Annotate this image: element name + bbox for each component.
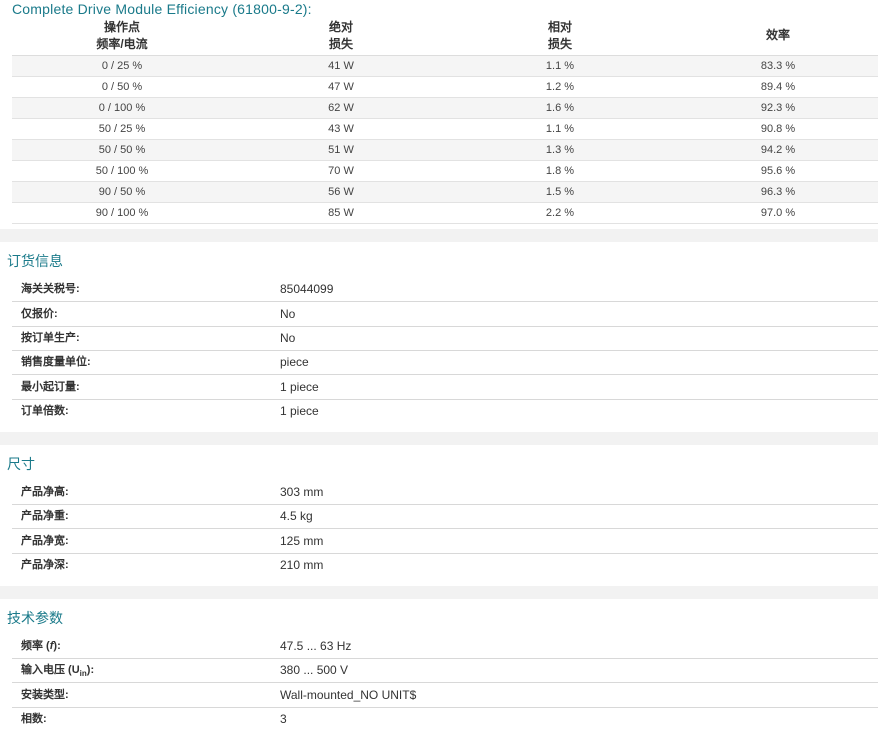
header-relative-loss: 相对 损失 bbox=[547, 20, 572, 51]
cell-operating-point: 50 / 100 % bbox=[95, 165, 149, 177]
property-row: 按订单生产: No bbox=[12, 326, 878, 351]
section-divider bbox=[0, 432, 878, 445]
cell-absolute-loss: 62 W bbox=[328, 102, 354, 114]
property-row: 相数: 3 bbox=[12, 707, 878, 731]
property-row: 仅报价: No bbox=[12, 302, 878, 327]
table-row: 50 / 25 % 43 W 1.1 % 90.8 % bbox=[12, 119, 878, 140]
property-value: 47.5 ... 63 Hz bbox=[280, 639, 352, 653]
property-row: 输入电压 (Uin): 380 ... 500 V bbox=[12, 658, 878, 683]
cell-absolute-loss: 85 W bbox=[328, 207, 354, 219]
cell-efficiency: 97.0 % bbox=[760, 207, 796, 219]
table-row: 0 / 100 % 62 W 1.6 % 92.3 % bbox=[12, 98, 878, 119]
cell-efficiency: 96.3 % bbox=[760, 186, 796, 198]
property-label: 频率 (f): bbox=[21, 640, 61, 652]
section-divider bbox=[0, 229, 878, 242]
property-value: 4.5 kg bbox=[280, 509, 313, 523]
cell-operating-point: 0 / 25 % bbox=[101, 60, 143, 72]
cell-efficiency: 89.4 % bbox=[760, 81, 796, 93]
property-value: 125 mm bbox=[280, 534, 324, 548]
efficiency-title: Complete Drive Module Efficiency (61800-… bbox=[12, 1, 312, 17]
property-label: 产品净重: bbox=[21, 510, 69, 522]
cell-efficiency: 90.8 % bbox=[760, 123, 796, 135]
property-value: 210 mm bbox=[280, 558, 324, 572]
property-row: 产品净高: 303 mm bbox=[12, 480, 878, 505]
table-row: 0 / 25 % 41 W 1.1 % 83.3 % bbox=[12, 56, 878, 77]
section-title-dimensions: 尺寸 bbox=[7, 456, 35, 472]
property-value: 1 piece bbox=[280, 380, 319, 394]
property-row: 频率 (f): 47.5 ... 63 Hz bbox=[12, 634, 878, 659]
cell-efficiency: 94.2 % bbox=[760, 144, 796, 156]
header-efficiency: 效率 bbox=[765, 28, 790, 42]
property-label: 输入电压 (Uin): bbox=[21, 664, 95, 679]
cell-absolute-loss: 51 W bbox=[328, 144, 354, 156]
property-label: 产品净宽: bbox=[21, 535, 69, 547]
cell-operating-point: 90 / 100 % bbox=[95, 207, 149, 219]
cell-operating-point: 0 / 100 % bbox=[98, 102, 146, 114]
table-row: 90 / 100 % 85 W 2.2 % 97.0 % bbox=[12, 203, 878, 224]
cell-absolute-loss: 70 W bbox=[328, 165, 354, 177]
property-row: 产品净宽: 125 mm bbox=[12, 529, 878, 554]
section-divider bbox=[0, 586, 878, 599]
table-row: 50 / 50 % 51 W 1.3 % 94.2 % bbox=[12, 140, 878, 161]
property-value: No bbox=[280, 307, 296, 321]
cell-operating-point: 0 / 50 % bbox=[101, 81, 143, 93]
property-row: 安装类型: Wall-mounted_NO UNIT$ bbox=[12, 683, 878, 708]
cell-relative-loss: 1.3 % bbox=[545, 144, 575, 156]
property-label: 相数: bbox=[21, 713, 47, 725]
property-value: Wall-mounted_NO UNIT$ bbox=[280, 688, 417, 702]
efficiency-table: 操作点 频率/电流 绝对 损失 相对 损失 效率 0 / 25 % 41 W 1… bbox=[12, 18, 878, 224]
property-row: 产品净重: 4.5 kg bbox=[12, 504, 878, 529]
cell-relative-loss: 1.1 % bbox=[545, 60, 575, 72]
cell-relative-loss: 1.1 % bbox=[545, 123, 575, 135]
cell-operating-point: 90 / 50 % bbox=[98, 186, 146, 198]
property-value: 1 piece bbox=[280, 404, 319, 418]
property-label: 产品净高: bbox=[21, 486, 69, 498]
cell-relative-loss: 1.6 % bbox=[545, 102, 575, 114]
property-label: 销售度量单位: bbox=[21, 356, 91, 368]
section-title-technical: 技术参数 bbox=[7, 610, 63, 626]
cell-operating-point: 50 / 25 % bbox=[98, 123, 146, 135]
efficiency-table-header: 操作点 频率/电流 绝对 损失 相对 损失 效率 bbox=[12, 18, 878, 56]
property-label: 产品净深: bbox=[21, 559, 69, 571]
property-label: 海关关税号: bbox=[21, 283, 80, 295]
cell-absolute-loss: 56 W bbox=[328, 186, 354, 198]
cell-operating-point: 50 / 50 % bbox=[98, 144, 146, 156]
property-row: 订单倍数: 1 piece bbox=[12, 399, 878, 423]
cell-relative-loss: 1.2 % bbox=[545, 81, 575, 93]
property-value: 380 ... 500 V bbox=[280, 663, 349, 677]
table-row: 0 / 50 % 47 W 1.2 % 89.4 % bbox=[12, 77, 878, 98]
header-absolute-loss: 绝对 损失 bbox=[328, 20, 353, 51]
section-title-ordering: 订货信息 bbox=[7, 253, 63, 269]
property-value: 3 bbox=[280, 712, 287, 726]
cell-relative-loss: 1.8 % bbox=[545, 165, 575, 177]
cell-absolute-loss: 41 W bbox=[328, 60, 354, 72]
property-label: 仅报价: bbox=[21, 308, 58, 320]
cell-absolute-loss: 47 W bbox=[328, 81, 354, 93]
property-value: 85044099 bbox=[280, 282, 334, 296]
property-value: 303 mm bbox=[280, 485, 324, 499]
property-row: 产品净深: 210 mm bbox=[12, 553, 878, 577]
property-label: 按订单生产: bbox=[21, 332, 80, 344]
cell-efficiency: 83.3 % bbox=[760, 60, 796, 72]
cell-relative-loss: 2.2 % bbox=[545, 207, 575, 219]
property-row: 海关关税号: 85044099 bbox=[12, 277, 878, 302]
table-row: 90 / 50 % 56 W 1.5 % 96.3 % bbox=[12, 182, 878, 203]
property-label: 安装类型: bbox=[21, 689, 69, 701]
property-value: No bbox=[280, 331, 296, 345]
property-label: 最小起订量: bbox=[21, 381, 80, 393]
cell-efficiency: 92.3 % bbox=[760, 102, 796, 114]
cell-relative-loss: 1.5 % bbox=[545, 186, 575, 198]
cell-absolute-loss: 43 W bbox=[328, 123, 354, 135]
property-label: 订单倍数: bbox=[21, 405, 69, 417]
property-value: piece bbox=[280, 355, 309, 369]
table-row: 50 / 100 % 70 W 1.8 % 95.6 % bbox=[12, 161, 878, 182]
property-row: 最小起订量: 1 piece bbox=[12, 375, 878, 400]
header-operating-point: 操作点 频率/电流 bbox=[96, 20, 148, 51]
property-row: 销售度量单位: piece bbox=[12, 350, 878, 375]
cell-efficiency: 95.6 % bbox=[760, 165, 796, 177]
